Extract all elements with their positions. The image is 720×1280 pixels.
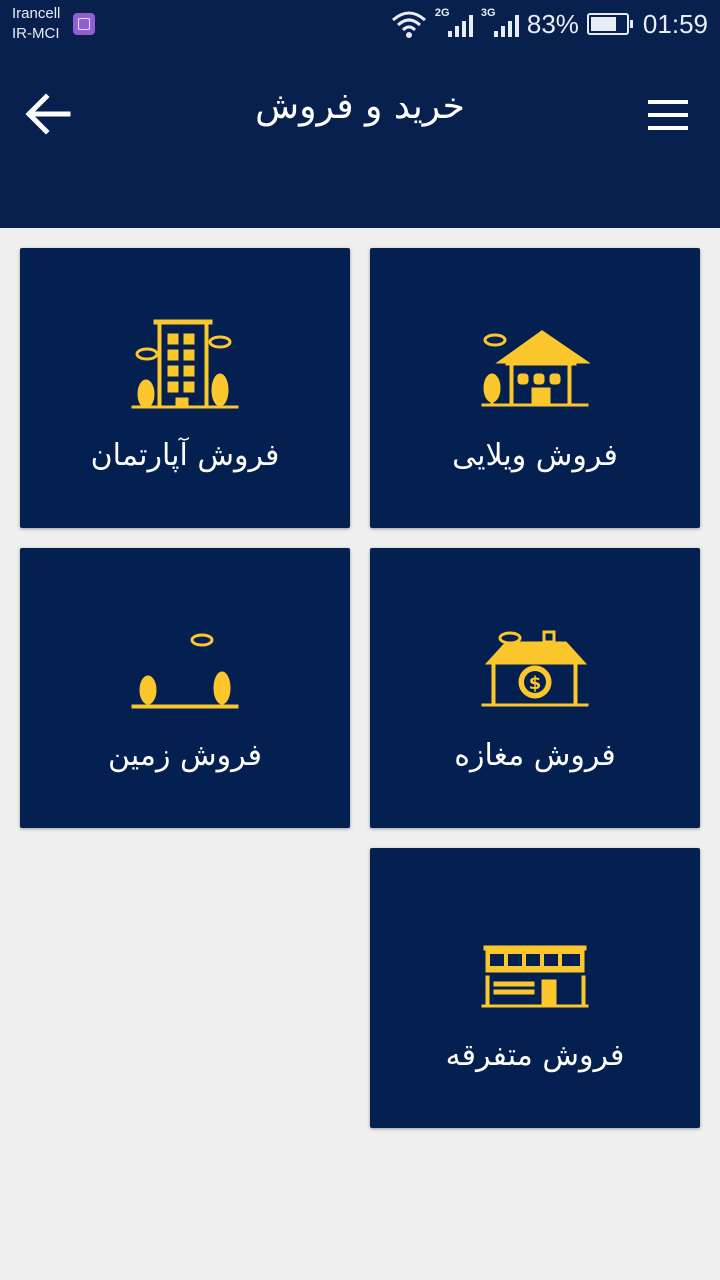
menu-button[interactable] xyxy=(642,90,694,142)
card-apartment-label: فروش آپارتمان xyxy=(90,438,280,473)
card-misc-label: فروش متفرقه xyxy=(445,1038,625,1073)
arrow-left-icon xyxy=(25,93,71,135)
back-button[interactable] xyxy=(22,88,74,140)
svg-text:$: $ xyxy=(529,673,542,694)
gallery-notification-icon xyxy=(73,13,95,35)
villa-house-icon xyxy=(481,330,590,407)
carrier-name-1: Irancell xyxy=(12,5,61,22)
card-shop-sale[interactable]: $ فروش مغازه xyxy=(370,548,700,828)
clock: 01:59 xyxy=(642,8,708,39)
card-villa-label: فروش ویلایی xyxy=(452,438,618,473)
shop-icon: $ xyxy=(481,630,589,707)
card-land-sale[interactable]: فروش زمین xyxy=(20,548,350,828)
card-land-label: فروش زمین xyxy=(108,738,262,773)
carrier-name-2: IR-MCI xyxy=(12,25,60,42)
apartment-building-icon xyxy=(131,319,239,409)
signal-2g-icon: 2G xyxy=(435,7,473,39)
card-villa-sale[interactable]: فروش ویلایی xyxy=(370,248,700,528)
battery-icon xyxy=(586,13,633,35)
wifi-icon xyxy=(391,11,426,38)
card-shop-label: فروش مغازه xyxy=(454,738,616,773)
hamburger-menu-icon xyxy=(648,100,688,130)
signal-3g-icon: 3G xyxy=(481,7,519,39)
card-apartment-sale[interactable]: فروش آپارتمان xyxy=(20,248,350,528)
page-title: خرید و فروش xyxy=(255,86,465,127)
status-icons: 2G 3G 83% 01:59 xyxy=(391,0,708,48)
card-misc-sale[interactable]: فروش متفرقه xyxy=(370,848,700,1128)
battery-percent: 83% xyxy=(526,8,579,39)
carrier-info: Irancell IR-MCI xyxy=(12,4,60,44)
misc-building-icon xyxy=(481,945,589,1008)
app-bar: خرید و فروش xyxy=(0,48,720,228)
status-bar: Irancell IR-MCI 2G 3G 83% 01:59 xyxy=(0,0,720,48)
land-icon xyxy=(131,633,239,709)
